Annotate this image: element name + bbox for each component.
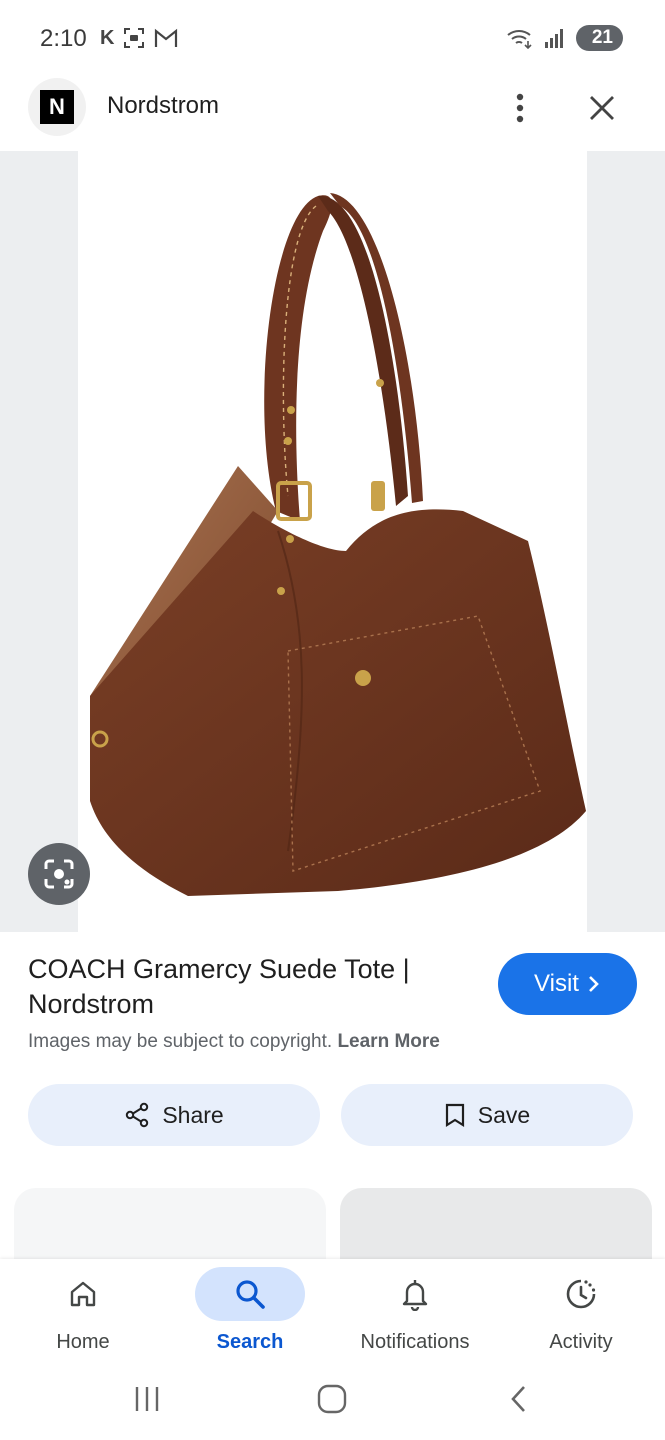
status-time: 2:10 [40,25,87,52]
close-button[interactable] [582,88,622,128]
recent-apps-button[interactable] [117,1379,177,1419]
recent-apps-icon [135,1387,159,1411]
site-favicon[interactable]: N [28,78,86,136]
nav-activity[interactable]: Activity [511,1259,651,1369]
nav-home-label: Home [56,1331,110,1353]
image-viewer[interactable] [0,151,665,932]
share-icon [126,1102,149,1128]
copyright-notice: Images may be subject to copyright. Lear… [28,1031,440,1053]
copyright-text: Images may be subject to copyright. [28,1031,333,1052]
nav-search[interactable]: Search [180,1259,320,1369]
nav-home[interactable]: Home [13,1259,153,1369]
visit-label: Visit [534,970,579,997]
share-label: Share [162,1101,224,1128]
learn-more-link[interactable]: Learn More [337,1031,439,1052]
nav-search-label: Search [216,1331,284,1353]
google-lens-button[interactable] [28,843,90,905]
product-image[interactable] [78,151,587,932]
handbag-illustration [90,193,586,896]
battery-level: 21 [575,25,623,51]
visit-button[interactable]: Visit [498,953,637,1015]
wifi-icon [507,30,532,49]
more-options-button[interactable] [504,88,536,128]
home-system-button[interactable] [302,1379,362,1419]
source-header: N Nordstrom [0,76,665,152]
chevron-right-icon [589,976,599,992]
close-icon [590,96,614,120]
bell-icon [402,1280,428,1311]
back-icon [511,1386,525,1412]
home-icon [70,1281,96,1307]
site-favicon-letter: N [40,90,74,124]
home-circle-icon [317,1384,347,1414]
bookmark-icon [445,1103,464,1127]
screenshot-icon [124,28,145,48]
save-label: Save [477,1101,531,1128]
more-vert-icon [516,93,524,123]
site-name[interactable]: Nordstrom [107,92,219,120]
status-bar: 2:10 K 21 [0,0,665,76]
system-navigation-bar [0,1369,665,1440]
signal-icon [544,29,563,48]
save-button[interactable]: Save [341,1084,633,1146]
activity-icon [566,1279,596,1309]
gmail-icon [155,28,178,47]
bottom-navigation: Home Search Notifications Activity [0,1259,665,1369]
nav-notifications-label: Notifications [360,1331,470,1353]
search-icon [236,1280,265,1309]
lens-icon [44,859,74,889]
k-app-icon: K [100,26,115,49]
nav-activity-label: Activity [549,1331,613,1353]
share-button[interactable]: Share [28,1084,320,1146]
back-button[interactable] [488,1379,548,1419]
product-title[interactable]: COACH Gramercy Suede Tote | Nordstrom [28,952,468,1022]
nav-notifications[interactable]: Notifications [345,1259,485,1369]
